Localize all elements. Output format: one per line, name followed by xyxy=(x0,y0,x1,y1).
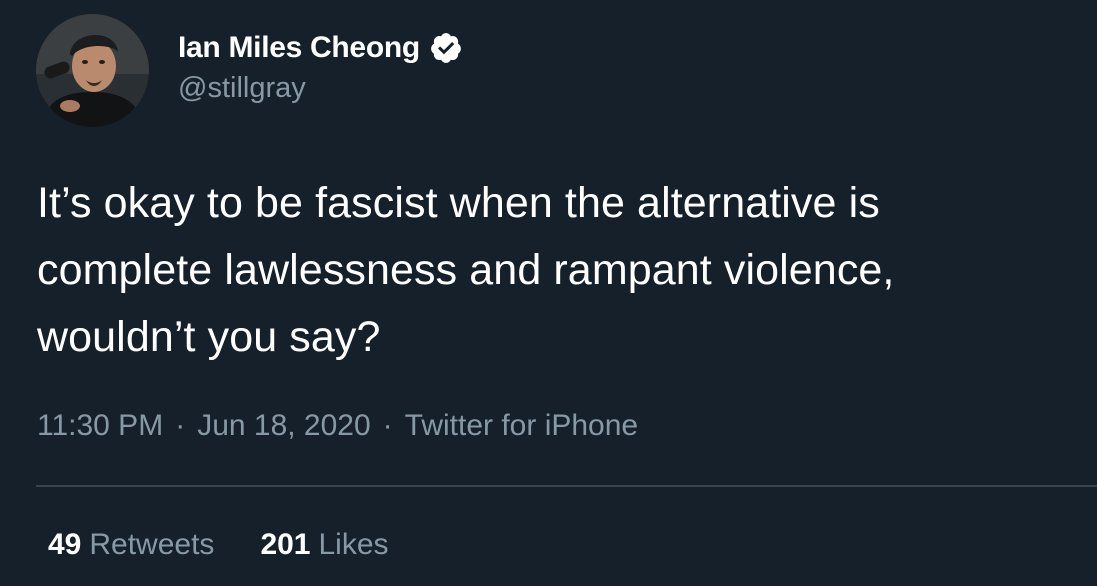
user-handle[interactable]: @stillgray xyxy=(178,72,463,105)
tweet-text: It’s okay to be fascist when the alterna… xyxy=(37,179,895,361)
verified-badge-icon xyxy=(429,31,463,65)
avatar[interactable] xyxy=(36,14,149,127)
user-info: Ian Miles Cheong @stillgray xyxy=(178,28,463,105)
retweets-label: Retweets xyxy=(89,528,215,561)
tweet-source[interactable]: Twitter for iPhone xyxy=(405,409,638,443)
tweet-header: Ian Miles Cheong @stillgray xyxy=(36,14,463,127)
name-row: Ian Miles Cheong xyxy=(178,28,463,68)
retweets-stat[interactable]: 49 Retweets xyxy=(48,528,214,562)
tweet-date[interactable]: Jun 18, 2020 xyxy=(197,409,370,443)
display-name[interactable]: Ian Miles Cheong xyxy=(178,31,420,65)
divider xyxy=(36,485,1097,487)
likes-count: 201 xyxy=(260,528,311,561)
meta-separator: · xyxy=(382,409,393,442)
tweet-card: Ian Miles Cheong @stillgray It’s okay to… xyxy=(0,0,1097,586)
likes-stat[interactable]: 201 Likes xyxy=(260,528,388,562)
avatar-photo xyxy=(36,14,149,127)
tweet-stats: 49 Retweets 201 Likes xyxy=(48,523,389,567)
tweet-time[interactable]: 11:30 PM xyxy=(37,409,163,443)
tweet-meta: 11:30 PM · Jun 18, 2020 · Twitter for iP… xyxy=(37,404,638,448)
likes-label: Likes xyxy=(318,528,389,561)
meta-separator: · xyxy=(175,409,186,442)
retweets-count: 49 xyxy=(48,528,82,561)
